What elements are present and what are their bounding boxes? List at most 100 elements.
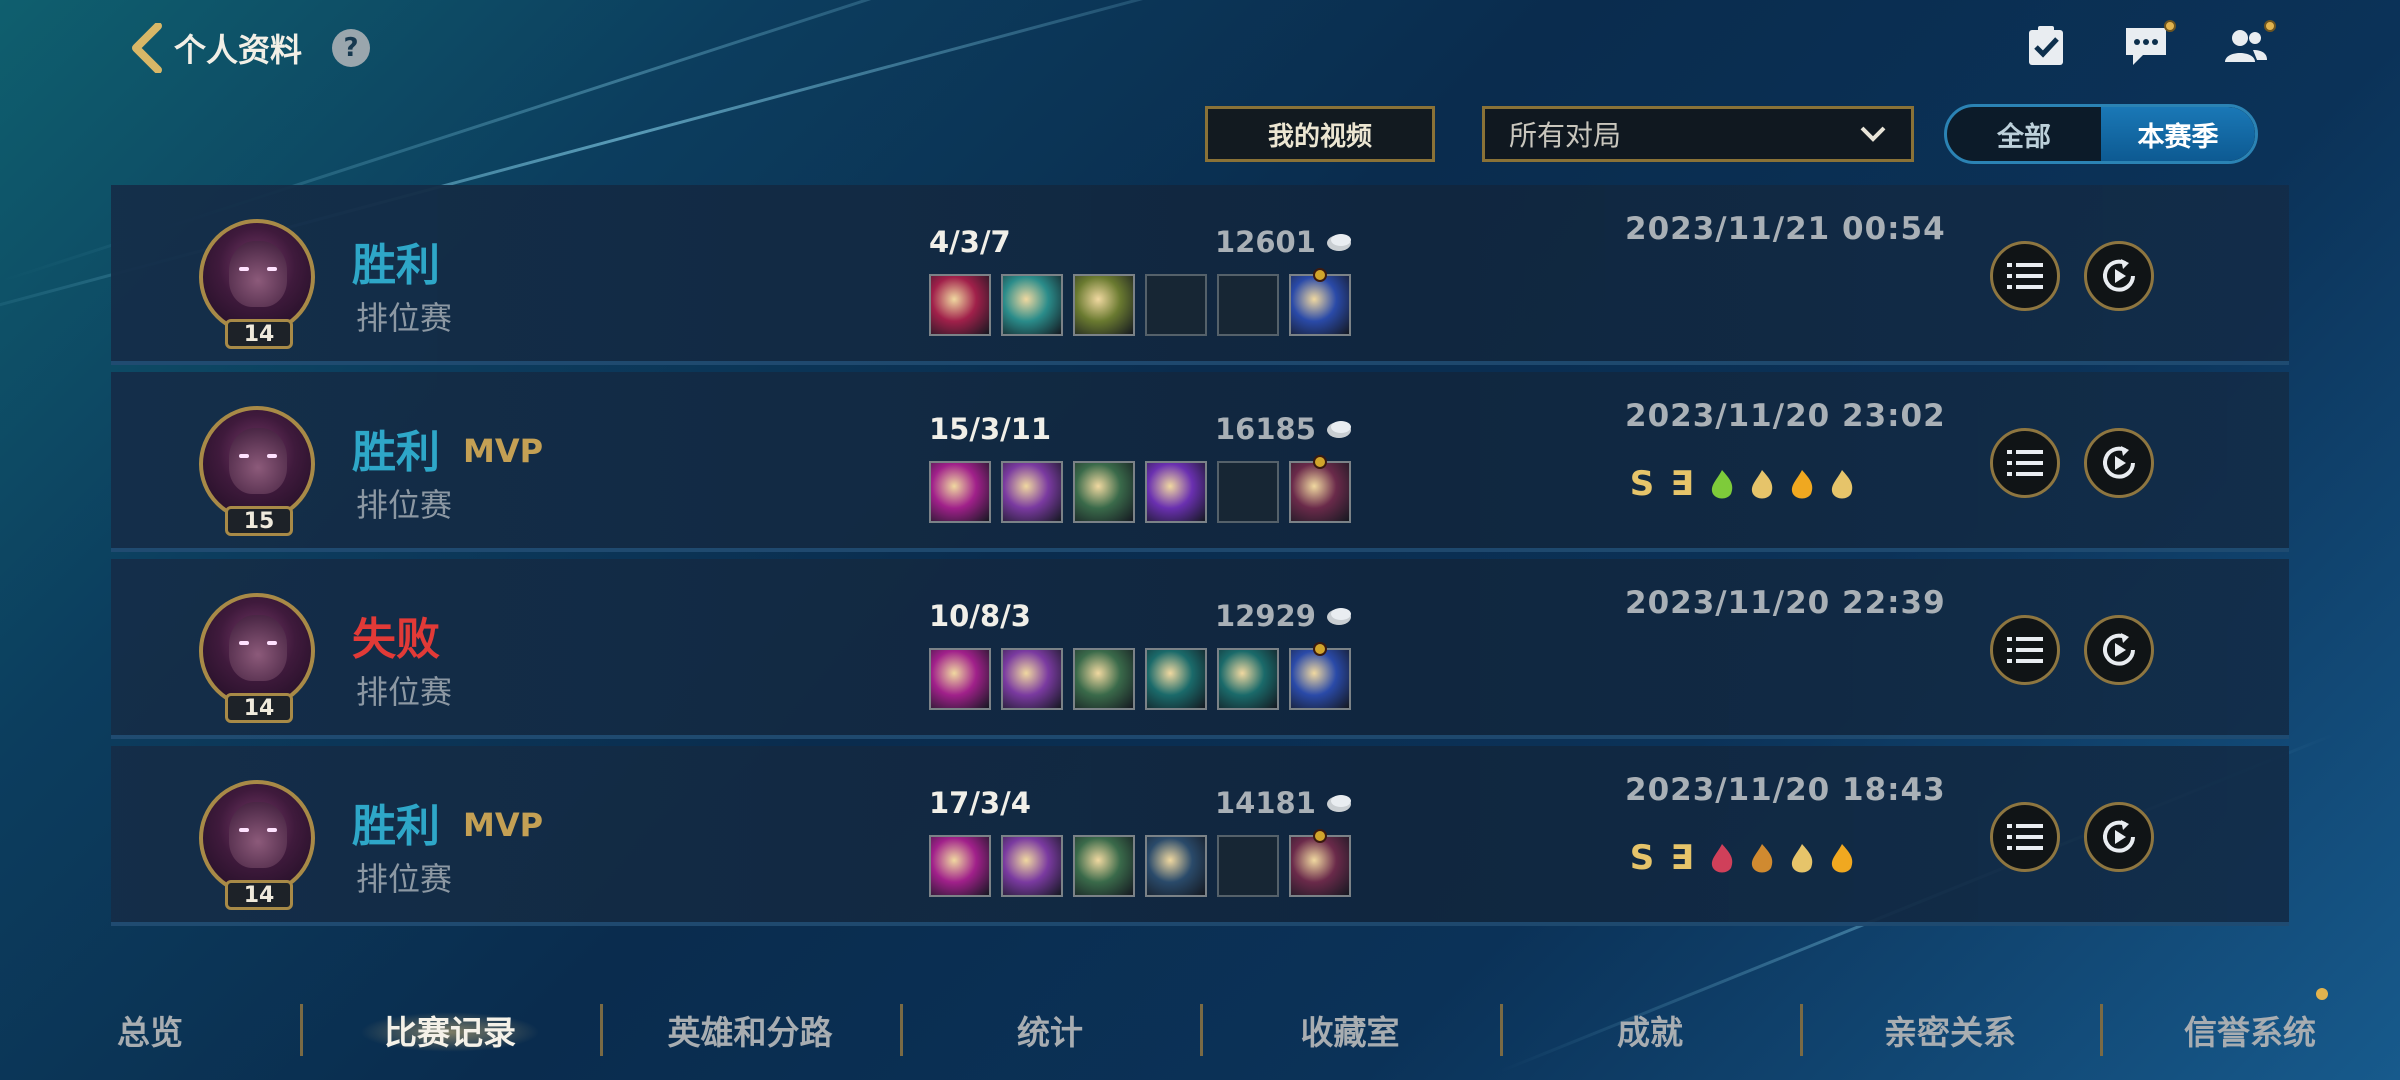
crown-icon	[1705, 838, 1739, 878]
gold-earned: 12601	[1215, 225, 1354, 259]
fire-icon	[1785, 464, 1819, 504]
checklist-icon[interactable]	[2022, 22, 2070, 70]
toggle-this-season[interactable]: 本赛季	[2101, 107, 2255, 161]
gold-coin-icon	[1326, 795, 1351, 812]
fire-icon	[1825, 838, 1859, 878]
eye-glow	[267, 828, 277, 832]
match-row[interactable]: 14 失败 排位赛 10/8/3 12929 2023/11/20 22:39	[111, 559, 2289, 739]
item-icon[interactable]	[929, 461, 991, 523]
champion-avatar[interactable]: 14	[199, 219, 315, 349]
item-icon[interactable]	[1073, 648, 1135, 710]
gold-coin-icon	[1326, 608, 1351, 625]
nav-tab[interactable]: 成就	[1500, 1006, 1800, 1054]
empty-item-slot[interactable]	[1217, 274, 1279, 336]
champion-portrait	[229, 615, 287, 681]
list-icon	[2007, 824, 2043, 850]
nav-tab[interactable]: 亲密关系	[1800, 1006, 2100, 1054]
match-row[interactable]: 14 胜利 排位赛 4/3/7 12601 2023/11/21 00:54	[111, 185, 2289, 365]
toggle-all[interactable]: 全部	[1947, 107, 2101, 161]
nav-tab[interactable]: 总览	[0, 1006, 300, 1054]
back-button[interactable]: 个人资料	[130, 23, 302, 73]
gold-earned: 16185	[1215, 412, 1354, 446]
champion-level: 14	[225, 319, 293, 349]
kda-stat: 15/3/11	[929, 412, 1052, 446]
item-icon[interactable]	[1145, 461, 1207, 523]
replay-icon	[2103, 259, 2135, 292]
item-icon[interactable]	[1289, 642, 1351, 710]
item-badge-icon	[1313, 829, 1327, 843]
champion-portrait	[229, 241, 287, 307]
champion-avatar[interactable]: 15	[199, 406, 315, 536]
bottom-nav: 总览 比赛记录 英雄和分路 统计 收藏室 成就 亲密关系 信誉系统	[0, 988, 2400, 1070]
item-icon[interactable]	[1289, 455, 1351, 523]
friends-icon[interactable]	[2222, 20, 2276, 70]
match-details-button[interactable]	[1990, 241, 2060, 311]
chat-icon[interactable]	[2122, 20, 2176, 70]
item-icon[interactable]	[1001, 461, 1063, 523]
replay-icon	[2103, 820, 2135, 853]
eye-glow	[239, 641, 249, 645]
match-result: 胜利	[352, 427, 440, 478]
flame-icon	[1745, 464, 1779, 504]
season-toggle[interactable]: 全部 本赛季	[1944, 104, 2258, 164]
item-icon[interactable]	[1073, 274, 1135, 336]
chevron-down-icon	[1860, 126, 1886, 142]
champion-level: 14	[225, 880, 293, 910]
match-details-button[interactable]	[1990, 615, 2060, 685]
empty-item-slot[interactable]	[1217, 461, 1279, 523]
match-row[interactable]: 14 胜利 MVP 排位赛 17/3/4 14181 2023/11/20 18:43 S ∃	[111, 746, 2289, 926]
kda-stat: 4/3/7	[929, 225, 1011, 259]
flag-icon	[1705, 464, 1739, 504]
game-mode: 排位赛	[356, 486, 453, 524]
item-icon[interactable]	[1001, 835, 1063, 897]
item-icon[interactable]	[929, 835, 991, 897]
empty-item-slot[interactable]	[1217, 835, 1279, 897]
match-date: 2023/11/21 00:54	[1625, 211, 1946, 247]
help-button[interactable]: ?	[332, 29, 371, 67]
kda-stat: 17/3/4	[929, 786, 1031, 820]
replay-button[interactable]	[2084, 615, 2154, 685]
item-slots	[929, 642, 1351, 710]
item-icon[interactable]	[929, 274, 991, 336]
item-icon[interactable]	[1145, 648, 1207, 710]
champion-avatar[interactable]: 14	[199, 593, 315, 723]
match-list: 14 胜利 排位赛 4/3/7 12601 2023/11/21 00:54 15 胜利 MVP…	[111, 185, 2289, 933]
item-icon[interactable]	[1001, 648, 1063, 710]
item-badge-icon	[1313, 268, 1327, 282]
item-icon[interactable]	[1073, 461, 1135, 523]
gold-value: 16185	[1215, 412, 1316, 446]
item-icon[interactable]	[1001, 274, 1063, 336]
item-icon[interactable]	[1217, 648, 1279, 710]
empty-item-slot[interactable]	[1145, 274, 1207, 336]
replay-button[interactable]	[2084, 802, 2154, 872]
gold-coin-icon	[1326, 234, 1351, 251]
nav-tab[interactable]: 收藏室	[1200, 1006, 1500, 1054]
item-icon[interactable]	[929, 648, 991, 710]
champion-level: 15	[225, 506, 293, 536]
match-details-button[interactable]	[1990, 802, 2060, 872]
nav-tab[interactable]: 英雄和分路	[600, 1006, 900, 1054]
champion-portrait	[229, 802, 287, 868]
item-icon[interactable]	[1073, 835, 1135, 897]
match-row[interactable]: 15 胜利 MVP 排位赛 15/3/11 16185 2023/11/20 23:02 S ∃	[111, 372, 2289, 552]
flame-icon	[1785, 838, 1819, 878]
kda-stat: 10/8/3	[929, 599, 1031, 633]
item-slots	[929, 829, 1351, 897]
nav-tab[interactable]: 信誉系统	[2100, 988, 2400, 1054]
item-icon[interactable]	[1145, 835, 1207, 897]
item-icon[interactable]	[1289, 829, 1351, 897]
match-details-button[interactable]	[1990, 428, 2060, 498]
eye-glow	[239, 267, 249, 271]
list-icon	[2007, 637, 2043, 663]
nav-tab[interactable]: 统计	[900, 1006, 1200, 1054]
match-type-select[interactable]: 所有对局	[1482, 106, 1914, 162]
gold-value: 12929	[1215, 599, 1316, 633]
coin-icon	[1825, 464, 1859, 504]
replay-button[interactable]	[2084, 428, 2154, 498]
my-videos-button[interactable]: 我的视频	[1205, 106, 1435, 162]
nav-tab[interactable]: 比赛记录	[300, 1006, 600, 1054]
item-icon[interactable]	[1289, 268, 1351, 336]
champion-avatar[interactable]: 14	[199, 780, 315, 910]
champion-portrait	[229, 428, 287, 494]
replay-button[interactable]	[2084, 241, 2154, 311]
